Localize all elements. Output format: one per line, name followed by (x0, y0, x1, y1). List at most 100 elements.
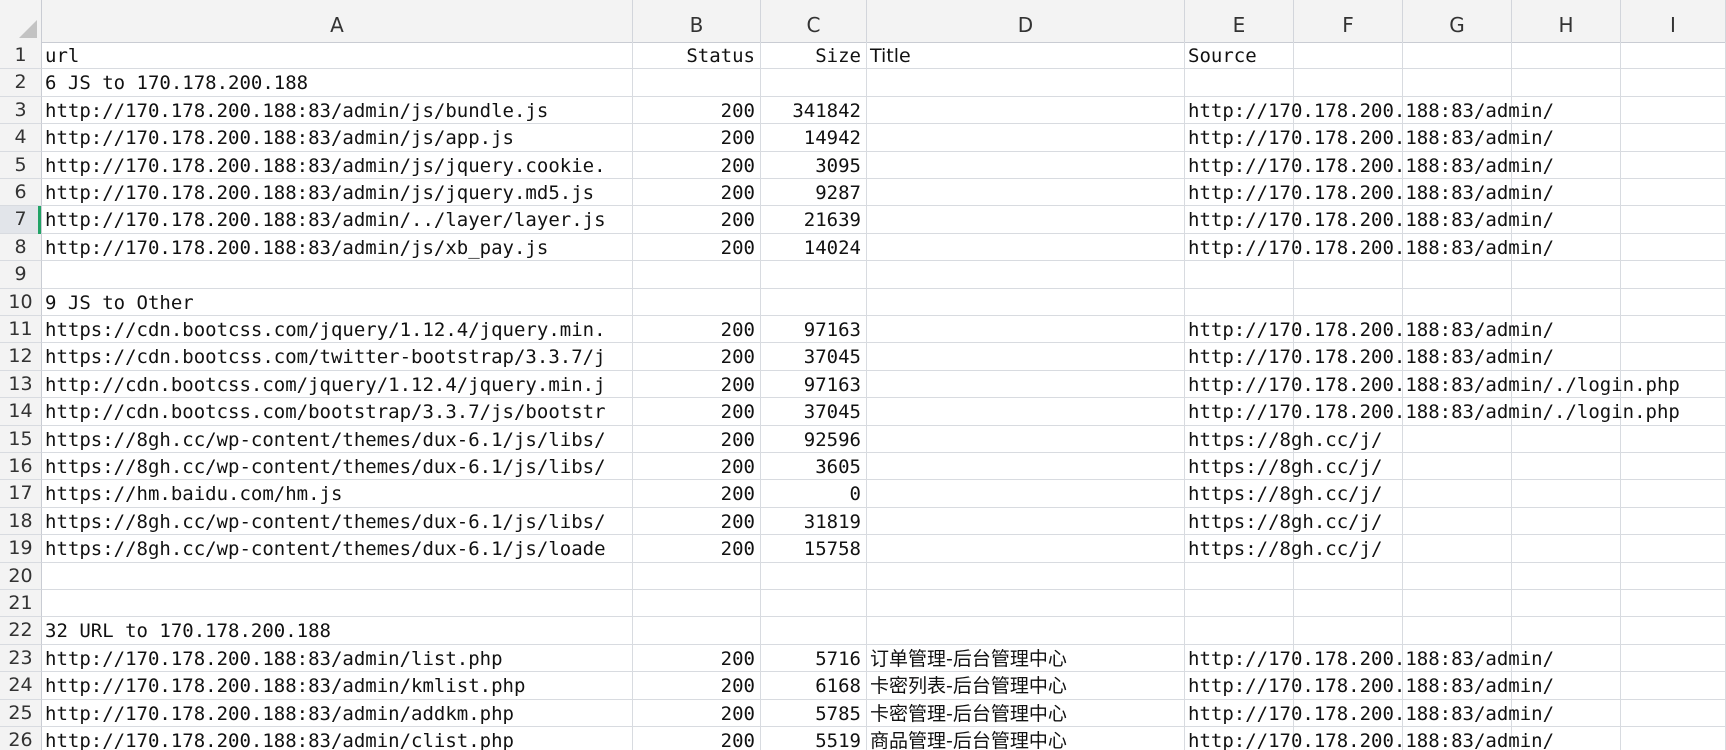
cell-a12[interactable]: https://cdn.bootcss.com/twitter-bootstra… (42, 343, 633, 371)
row-header-16[interactable]: 16 (0, 453, 42, 481)
cell-a15[interactable]: https://8gh.cc/wp-content/themes/dux-6.1… (42, 425, 633, 453)
cell-b20[interactable] (633, 562, 761, 590)
cell-a4[interactable]: http://170.178.200.188:83/admin/js/app.j… (42, 124, 633, 152)
cell-c10[interactable] (761, 288, 867, 316)
cell-b26[interactable]: 200 (633, 727, 761, 750)
cell-b21[interactable] (633, 590, 761, 618)
cell-d10[interactable] (867, 288, 1185, 316)
cell-i22[interactable] (1621, 617, 1726, 645)
column-header-f[interactable]: F (1294, 0, 1403, 42)
cell-g9[interactable] (1403, 261, 1512, 289)
cell-d20[interactable] (867, 562, 1185, 590)
cell-c2[interactable] (761, 69, 867, 97)
row-header-23[interactable]: 23 (0, 644, 42, 673)
cell-g2[interactable] (1403, 69, 1512, 97)
cell-g10[interactable] (1403, 288, 1512, 316)
row-header-3[interactable]: 3 (0, 96, 42, 125)
cell-d6[interactable] (867, 179, 1185, 207)
cell-d3[interactable] (867, 96, 1185, 125)
cell-d2[interactable] (867, 69, 1185, 97)
column-header-b[interactable]: B (633, 0, 761, 42)
row-header-19[interactable]: 19 (0, 535, 42, 563)
cell-a3[interactable]: http://170.178.200.188:83/admin/js/bundl… (42, 96, 633, 125)
column-header-h[interactable]: H (1512, 0, 1621, 42)
cell-a7[interactable]: http://170.178.200.188:83/admin/../layer… (42, 206, 633, 234)
cell-i25[interactable] (1621, 699, 1726, 727)
column-header-d[interactable]: D (867, 0, 1185, 42)
column-header-i[interactable]: I (1621, 0, 1726, 42)
cell-a8[interactable]: http://170.178.200.188:83/admin/js/xb_pa… (42, 233, 633, 262)
cell-h2[interactable] (1512, 69, 1621, 97)
cell-e12[interactable]: http://170.178.200.188:83/admin/ (1185, 343, 1554, 371)
cell-c24[interactable]: 6168 (761, 672, 867, 700)
cell-g1[interactable] (1403, 42, 1512, 70)
cell-b13[interactable]: 200 (633, 370, 761, 399)
cell-e15[interactable]: https://8gh.cc/j/ (1185, 425, 1382, 453)
cell-c17[interactable]: 0 (761, 480, 867, 508)
cell-c13[interactable]: 97163 (761, 370, 867, 399)
cell-a9[interactable] (42, 261, 633, 289)
cell-d11[interactable] (867, 316, 1185, 344)
row-header-18[interactable]: 18 (0, 507, 42, 536)
cell-d18[interactable] (867, 507, 1185, 536)
cell-e24[interactable]: http://170.178.200.188:83/admin/ (1185, 672, 1554, 700)
cell-g18[interactable] (1403, 507, 1512, 536)
cell-g15[interactable] (1403, 425, 1512, 453)
cell-h19[interactable] (1512, 535, 1621, 563)
cell-a24[interactable]: http://170.178.200.188:83/admin/kmlist.p… (42, 672, 633, 700)
cell-b17[interactable]: 200 (633, 480, 761, 508)
cell-f9[interactable] (1294, 261, 1403, 289)
cell-g21[interactable] (1403, 590, 1512, 618)
row-header-13[interactable]: 13 (0, 370, 42, 399)
cell-d26[interactable]: 商品管理-后台管理中心 (867, 727, 1185, 750)
cell-i18[interactable] (1621, 507, 1726, 536)
cell-d21[interactable] (867, 590, 1185, 618)
cell-i8[interactable] (1621, 233, 1726, 262)
cell-d8[interactable] (867, 233, 1185, 262)
row-header-8[interactable]: 8 (0, 233, 42, 262)
cell-f20[interactable] (1294, 562, 1403, 590)
column-header-g[interactable]: G (1403, 0, 1512, 42)
row-header-15[interactable]: 15 (0, 425, 42, 453)
cell-c12[interactable]: 37045 (761, 343, 867, 371)
cell-e9[interactable] (1185, 261, 1294, 289)
cell-d16[interactable] (867, 453, 1185, 481)
cell-i1[interactable] (1621, 42, 1726, 70)
cell-g17[interactable] (1403, 480, 1512, 508)
row-header-5[interactable]: 5 (0, 151, 42, 179)
cell-c9[interactable] (761, 261, 867, 289)
cell-c14[interactable]: 37045 (761, 398, 867, 426)
cell-e13[interactable]: http://170.178.200.188:83/admin/./login.… (1185, 370, 1680, 399)
cell-d25[interactable]: 卡密管理-后台管理中心 (867, 699, 1185, 727)
cell-b1[interactable]: Status (633, 42, 761, 70)
cell-h10[interactable] (1512, 288, 1621, 316)
cell-c18[interactable]: 31819 (761, 507, 867, 536)
cell-c20[interactable] (761, 562, 867, 590)
row-header-9[interactable]: 9 (0, 261, 42, 289)
cell-d22[interactable] (867, 617, 1185, 645)
cell-d1[interactable]: Title (867, 42, 1185, 70)
row-header-20[interactable]: 20 (0, 562, 42, 590)
cell-b2[interactable] (633, 69, 761, 97)
cell-c5[interactable]: 3095 (761, 151, 867, 179)
cell-d9[interactable] (867, 261, 1185, 289)
cell-b7[interactable]: 200 (633, 206, 761, 234)
row-header-4[interactable]: 4 (0, 124, 42, 152)
cell-b16[interactable]: 200 (633, 453, 761, 481)
cell-g20[interactable] (1403, 562, 1512, 590)
cell-f2[interactable] (1294, 69, 1403, 97)
cell-i12[interactable] (1621, 343, 1726, 371)
cell-c8[interactable]: 14024 (761, 233, 867, 262)
cell-a25[interactable]: http://170.178.200.188:83/admin/addkm.ph… (42, 699, 633, 727)
cell-a17[interactable]: https://hm.baidu.com/hm.js (42, 480, 633, 508)
cell-a6[interactable]: http://170.178.200.188:83/admin/js/jquer… (42, 179, 633, 207)
cell-a11[interactable]: https://cdn.bootcss.com/jquery/1.12.4/jq… (42, 316, 633, 344)
column-header-c[interactable]: C (761, 0, 867, 42)
cell-b10[interactable] (633, 288, 761, 316)
cell-i21[interactable] (1621, 590, 1726, 618)
cell-b5[interactable]: 200 (633, 151, 761, 179)
cell-a20[interactable] (42, 562, 633, 590)
cell-a5[interactable]: http://170.178.200.188:83/admin/js/jquer… (42, 151, 633, 179)
cell-e14[interactable]: http://170.178.200.188:83/admin/./login.… (1185, 398, 1680, 426)
cell-i15[interactable] (1621, 425, 1726, 453)
